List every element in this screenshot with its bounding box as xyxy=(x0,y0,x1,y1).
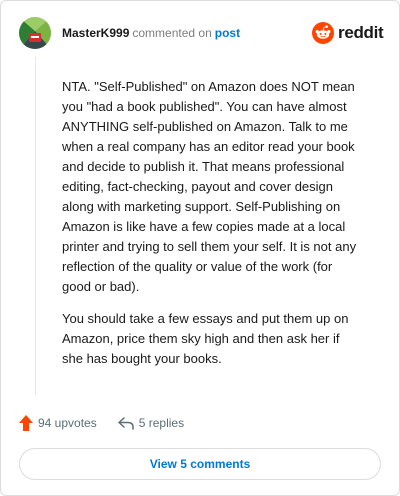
avatar[interactable] xyxy=(19,17,51,49)
reply-arrow-icon xyxy=(117,417,134,430)
author-name[interactable]: MasterK999 xyxy=(62,26,129,40)
embedded-comment-card: MasterK999 commented on post reddit NTA. "… xyxy=(0,0,400,496)
view-comments-button[interactable]: View 5 comments xyxy=(19,448,381,480)
upvote-button[interactable]: 94 upvotes xyxy=(19,415,97,431)
upvote-arrow-icon xyxy=(19,415,33,431)
reddit-brand[interactable]: reddit xyxy=(312,21,384,45)
comment-header: MasterK999 commented on post reddit xyxy=(1,1,399,65)
comment-meta: MasterK999 commented on post xyxy=(62,26,240,40)
brand-name: reddit xyxy=(338,23,384,42)
thread-line[interactable] xyxy=(35,57,36,395)
comment-body: NTA. "Self-Published" on Amazon does NOT… xyxy=(62,77,362,381)
action-text: commented on xyxy=(132,26,212,40)
replies-button[interactable]: 5 replies xyxy=(117,416,185,430)
reply-count: 5 replies xyxy=(138,416,185,430)
post-link[interactable]: post xyxy=(215,26,240,40)
comment-actions: 94 upvotes 5 replies xyxy=(19,413,184,433)
comment-paragraph-2: You should take a few essays and put the… xyxy=(62,311,349,366)
comment-paragraph-1: NTA. "Self-Published" on Amazon does NOT… xyxy=(62,79,357,294)
reddit-logo-icon xyxy=(312,22,334,44)
avatar-icon xyxy=(19,17,51,49)
upvote-count: 94 upvotes xyxy=(38,416,97,430)
